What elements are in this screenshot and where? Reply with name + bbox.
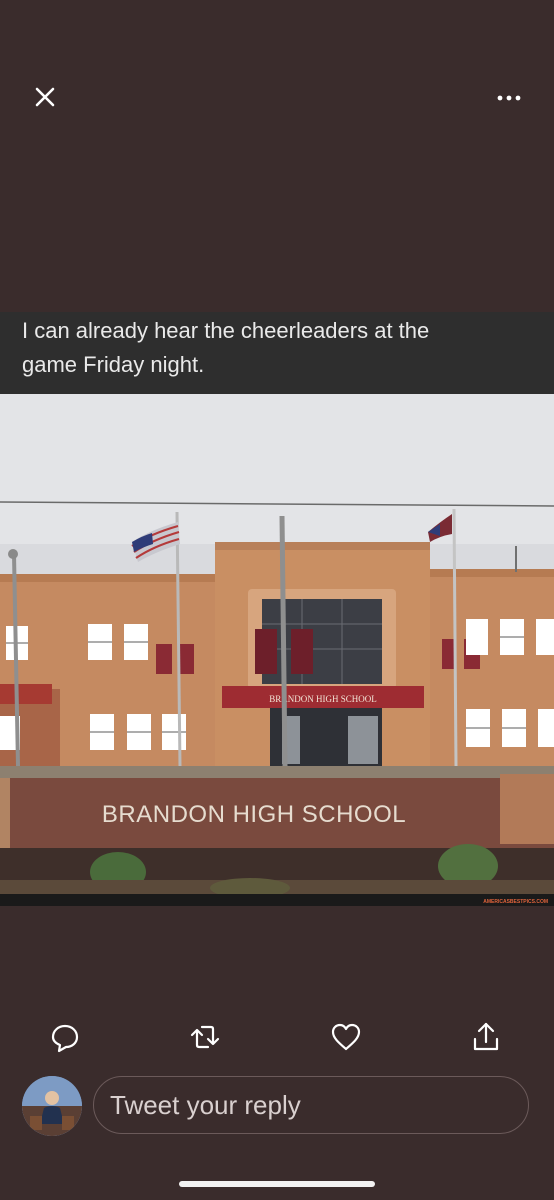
school-sign-text: BRANDON HIGH SCHOOL — [102, 801, 406, 828]
watermark: AMERICASBESTPICS.COM — [483, 899, 548, 905]
reply-button[interactable] — [46, 1018, 84, 1056]
close-icon — [35, 87, 55, 107]
tweet-media-image[interactable]: I can already hear the cheerleaders at t… — [0, 312, 554, 906]
like-icon — [331, 1023, 361, 1051]
school-photo: BRANDON HIGH SCHOOL BRANDON HIGH SCHOOL … — [0, 394, 554, 906]
retweet-icon — [190, 1025, 220, 1049]
caption-line-1: I can already hear the cheerleaders at t… — [22, 318, 430, 343]
home-indicator[interactable] — [179, 1181, 375, 1187]
more-options-button[interactable] — [494, 82, 524, 112]
reply-input[interactable]: Tweet your reply — [93, 1076, 529, 1134]
reply-icon — [51, 1024, 79, 1053]
share-icon — [473, 1022, 499, 1051]
user-avatar-image — [22, 1076, 82, 1136]
tweet-actions — [0, 1010, 554, 1064]
caption-text: I can already hear the cheerleaders at t… — [22, 314, 522, 382]
caption-band: I can already hear the cheerleaders at t… — [0, 312, 554, 394]
retweet-button[interactable] — [186, 1018, 224, 1056]
more-icon — [497, 95, 521, 101]
like-button[interactable] — [327, 1018, 365, 1056]
avatar[interactable] — [22, 1076, 82, 1136]
caption-line-2: game Friday night. — [22, 352, 205, 377]
top-bar — [0, 0, 554, 200]
close-button[interactable] — [30, 82, 60, 112]
reply-composer: Tweet your reply — [0, 1074, 554, 1138]
share-button[interactable] — [467, 1018, 505, 1056]
